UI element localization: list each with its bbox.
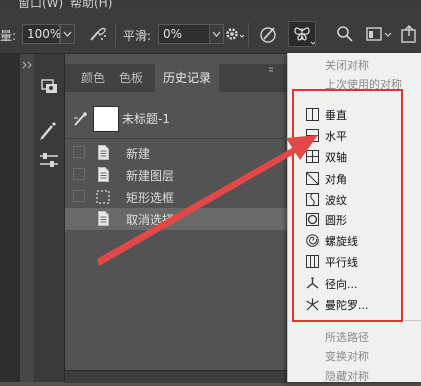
history-panel-icon[interactable] [34,72,64,100]
vertical-icon [306,108,319,121]
search-icon[interactable] [336,25,354,43]
menu-item-transform-symmetry[interactable]: 变换对称 [287,346,421,366]
butterfly-symmetry-icon[interactable] [288,21,316,47]
adjustments-icon[interactable] [34,146,64,174]
chevron-down-icon [63,31,72,37]
menu-item-spiral[interactable]: 螺旋线 [287,231,421,251]
pressure-angle-icon[interactable] [257,23,281,45]
history-item[interactable]: 新建图层 [65,164,287,186]
dual-axis-icon [306,150,319,163]
snapshot-label: 未标题-1 [122,112,170,126]
collapse-icon[interactable] [20,60,34,70]
history-checkbox[interactable] [73,146,85,158]
menu-separator [295,320,421,321]
tab-swatches[interactable]: 色板 [111,64,151,92]
history-item[interactable]: 新建 [65,142,287,164]
history-item-label: 矩形选框 [126,191,175,205]
smoothing-input[interactable]: 0% [158,24,210,44]
document-icon [98,167,109,182]
marquee-icon [96,190,110,204]
workspace-icon[interactable] [366,25,392,43]
document-icon [98,211,109,226]
history-checkbox[interactable] [73,212,85,224]
flow-label: 量: [0,29,17,43]
options-separator [115,23,116,47]
diagonal-icon [306,172,319,185]
history-checkbox[interactable] [73,190,85,202]
history-brush-source-icon[interactable] [72,110,90,128]
tab-history[interactable]: 历史记录 [155,64,220,92]
panel-icon-column [34,54,65,382]
snapshot-row[interactable]: 未标题-1 [65,98,287,139]
panel-menu-icon[interactable] [267,66,283,76]
airbrush-icon[interactable] [86,23,110,45]
menu-item-last-used-symmetry[interactable]: 上次使用的对称 [287,74,421,94]
history-item[interactable]: 矩形选框 [65,186,287,208]
parallel-lines-icon [306,255,319,268]
tab-color[interactable]: 颜色 [73,64,113,92]
flow-input[interactable]: 100% [22,24,61,44]
menu-bar: 窗口(W) 帮助(H) [0,0,421,10]
menu-item-hide-symmetry[interactable]: 隐藏对称 [287,366,421,386]
history-item-label: 新建图层 [126,169,175,183]
menu-item-circle[interactable]: 圆形 [287,210,421,230]
snapshot-thumbnail [93,106,119,132]
panel-dock-gutter [20,54,34,382]
history-item-selected[interactable]: 取消选择 [65,208,287,230]
circle-icon [306,213,319,226]
brush-settings-icon[interactable] [34,118,64,146]
toolbar-right [326,9,421,53]
document-canvas-edge [0,54,20,382]
radial-icon [306,277,319,289]
menu-item-parallel-lines[interactable]: 平行线 [287,252,421,272]
smoothing-gear-icon[interactable] [220,23,245,45]
menu-item-selected-path[interactable]: 所选路径 [287,327,421,347]
wavy-icon [306,193,319,206]
menu-item-horizontal[interactable]: 水平 [287,126,421,146]
menu-item-vertical[interactable]: 垂直 [287,105,421,125]
share-icon[interactable] [400,24,420,44]
bottom-panel-tabs [65,370,287,383]
history-item-label: 取消选择 [126,213,175,227]
history-item-label: 新建 [126,147,151,161]
smoothing-label: 平滑: [123,29,152,43]
mandala-icon [306,298,319,311]
flow-dropdown[interactable] [60,24,75,44]
spiral-icon [306,234,319,247]
horizontal-icon [306,129,319,142]
menu-item-wavy[interactable]: 波纹 [287,190,421,210]
history-checkbox[interactable] [73,168,85,180]
document-icon [98,145,109,160]
menu-item-diagonal[interactable]: 对角 [287,169,421,189]
options-separator [248,23,249,47]
menu-item-radial[interactable]: 径向... [287,274,421,294]
menu-item-symmetry-off[interactable]: 关闭对称 [287,55,421,75]
menu-item-dual-axis[interactable]: 双轴 [287,147,421,167]
menu-item-mandala[interactable]: 曼陀罗... [287,295,421,315]
panel-tabs: 颜色 色板 历史记录 [65,64,287,92]
